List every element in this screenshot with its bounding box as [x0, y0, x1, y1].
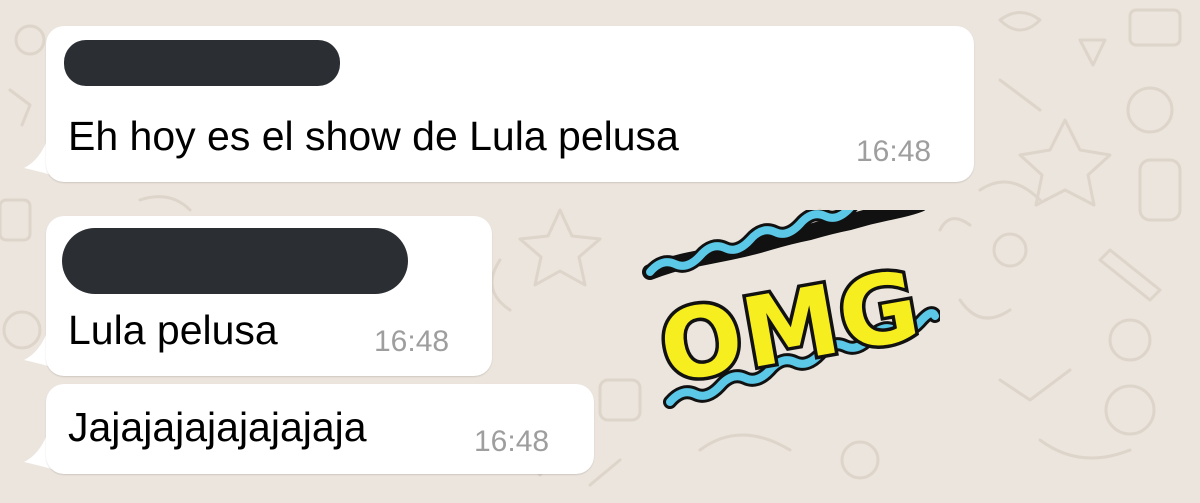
message-timestamp: 16:48 [374, 325, 450, 358]
message-text: Eh hoy es el show de Lula pelusa [68, 113, 679, 159]
message-timestamp: 16:48 [856, 135, 932, 168]
redacted-sender-name [62, 228, 408, 294]
message-text: Lula pelusa [68, 307, 278, 353]
message-text: Jajajajajajajajaja [68, 404, 367, 450]
redacted-sender-name [64, 40, 340, 86]
omg-sticker-text: OMG [652, 249, 929, 405]
message-timestamp: 16:48 [474, 425, 550, 458]
omg-sticker[interactable]: OMG [640, 210, 940, 420]
